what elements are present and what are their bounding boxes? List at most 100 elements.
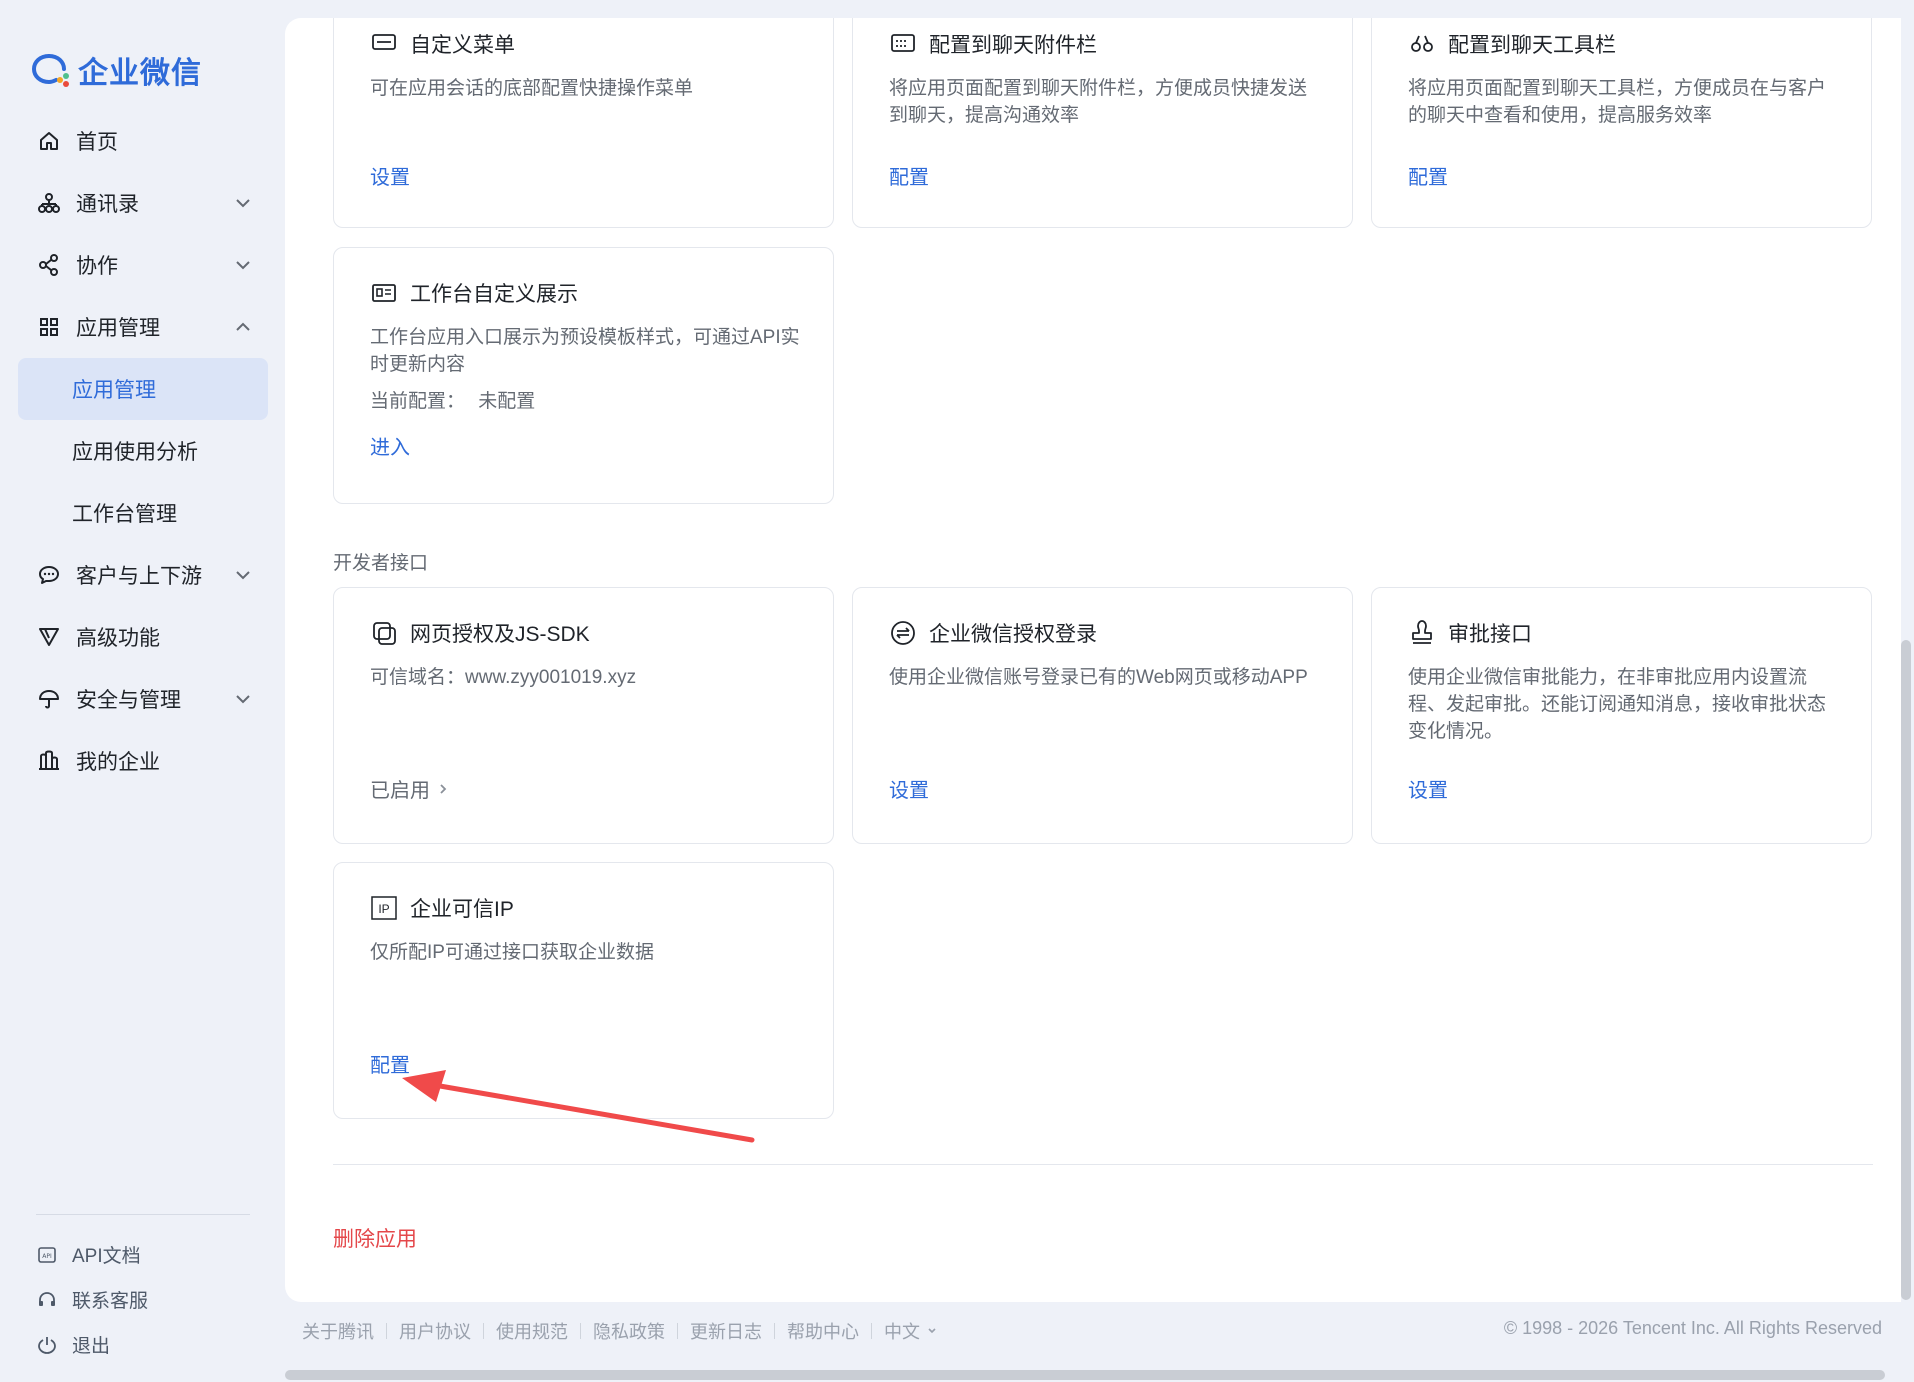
web-auth-jssdk-card: 网页授权及JS-SDK 可信域名：www.zyy001019.xyz 已启用 (333, 587, 834, 844)
chat-icon (36, 562, 62, 588)
vertical-scrollbar[interactable] (1901, 640, 1911, 1300)
attachment-bar-icon (889, 30, 917, 58)
brand-logo[interactable]: 企业微信 (32, 48, 202, 92)
api-docs-link[interactable]: API API文档 (36, 1232, 148, 1277)
sidebar-item-label: 高级功能 (76, 627, 160, 650)
custom-menu-card: 自定义菜单 可在应用会话的底部配置快捷操作菜单 设置 (333, 18, 834, 228)
building-icon (36, 748, 62, 774)
sidebar-item-label: 应用管理 (76, 317, 160, 340)
chevron-down-icon (236, 199, 250, 208)
horizontal-scrollbar[interactable] (285, 1370, 1885, 1380)
workbench-icon (370, 279, 398, 307)
chat-attachment-config-link[interactable]: 配置 (889, 161, 929, 190)
footer-link-user-agreement[interactable]: 用户协议 (399, 1318, 471, 1344)
workbench-enter-link[interactable]: 进入 (370, 431, 410, 460)
sidebar-nav: 首页 通讯录 协作 应用管理 应用管理 应用使用分析 工作台管理 客户与上下游 … (18, 110, 268, 792)
workbench-display-card: 工作台自定义展示 工作台应用入口展示为预设模板样式，可通过API实时更新内容 当… (333, 247, 834, 504)
web-auth-icon (370, 619, 398, 647)
share-icon (36, 252, 62, 278)
sidebar-item-collab[interactable]: 协作 (18, 234, 268, 296)
sidebar-item-security[interactable]: 安全与管理 (18, 668, 268, 730)
umbrella-icon (36, 686, 62, 712)
grid-icon (36, 314, 62, 340)
sidebar-item-home[interactable]: 首页 (18, 110, 268, 172)
footer-link-usage-rules[interactable]: 使用规范 (496, 1318, 568, 1344)
chat-toolbar-card: 配置到聊天工具栏 将应用页面配置到聊天工具栏，方便成员在与客户的聊天中查看和使用… (1371, 18, 1872, 228)
sidebar-item-app-management[interactable]: 应用管理 (18, 296, 268, 358)
card-title: 配置到聊天工具栏 (1408, 29, 1616, 59)
approval-api-card: 审批接口 使用企业微信审批能力，在非审批应用内设置流程、发起审批。还能订阅通知消… (1371, 587, 1872, 844)
sidebar-item-contacts[interactable]: 通讯录 (18, 172, 268, 234)
section-title-developer: 开发者接口 (333, 553, 429, 574)
footer-link-about[interactable]: 关于腾讯 (302, 1318, 374, 1344)
headset-icon (36, 1289, 58, 1311)
card-desc: 将应用页面配置到聊天工具栏，方便成员在与客户的聊天中查看和使用，提高服务效率 (1408, 78, 1827, 126)
chevron-up-icon (236, 322, 250, 331)
footer-link-changelog[interactable]: 更新日志 (690, 1318, 762, 1344)
sidebar-item-label: 首页 (76, 131, 118, 154)
sidebar-subitem-app-management[interactable]: 应用管理 (18, 358, 268, 420)
custom-menu-settings-link[interactable]: 设置 (370, 161, 410, 190)
current-config: 当前配置： 未配置 (370, 388, 803, 415)
footer-separator (871, 1323, 872, 1339)
svg-text:API: API (42, 1253, 52, 1260)
card-title-text: 企业可信IP (410, 898, 514, 921)
trusted-domain: 可信域名：www.zyy001019.xyz (370, 667, 637, 688)
sidebar-item-label: 安全与管理 (76, 689, 181, 712)
sidebar-item-label: 通讯录 (76, 193, 139, 216)
chevron-right-icon (440, 783, 447, 794)
footer-separator (580, 1323, 581, 1339)
logout-label: 退出 (72, 1336, 111, 1357)
card-desc: 使用企业微信审批能力，在非审批应用内设置流程、发起审批。还能订阅通知消息，接收审… (1408, 667, 1827, 742)
card-desc: 使用企业微信账号登录已有的Web网页或移动APP (889, 667, 1308, 688)
main-panel: 自定义菜单 可在应用会话的底部配置快捷操作菜单 设置 配置到聊天附件栏 将应用页… (285, 18, 1901, 1302)
logout-link[interactable]: 退出 (36, 1322, 148, 1367)
sidebar-subitem-app-usage[interactable]: 应用使用分析 (18, 420, 268, 482)
card-title: 配置到聊天附件栏 (889, 29, 1097, 59)
sidebar-subitem-workbench[interactable]: 工作台管理 (18, 482, 268, 544)
card-title: 企业微信授权登录 (889, 618, 1097, 648)
card-title: 自定义菜单 (370, 29, 515, 59)
brand-name: 企业微信 (78, 57, 202, 90)
footer-separator (677, 1323, 678, 1339)
chevron-down-icon (928, 1328, 936, 1334)
sidebar: 企业微信 首页 通讯录 协作 应用管理 应用管理 应用使用分析 工作台管理 客户… (0, 0, 285, 1382)
footer-separator (483, 1323, 484, 1339)
wecom-login-card: 企业微信授权登录 使用企业微信账号登录已有的Web网页或移动APP 设置 (852, 587, 1353, 844)
sidebar-item-label: 客户与上下游 (76, 565, 202, 588)
footer-separator (774, 1323, 775, 1339)
card-title-text: 网页授权及JS-SDK (410, 623, 590, 646)
card-title-text: 配置到聊天附件栏 (929, 34, 1097, 57)
sidebar-bottom-links: API API文档 联系客服 退出 (36, 1232, 148, 1367)
footer-link-privacy[interactable]: 隐私政策 (593, 1318, 665, 1344)
delete-app-button[interactable]: 删除应用 (333, 1223, 417, 1253)
home-icon (36, 128, 62, 154)
sidebar-item-customers[interactable]: 客户与上下游 (18, 544, 268, 606)
language-selector[interactable]: 中文 (884, 1318, 938, 1344)
footer-link-help[interactable]: 帮助中心 (787, 1318, 859, 1344)
status-label: 已启用 (370, 780, 430, 802)
toolbar-icon (1408, 30, 1436, 58)
sidebar-item-label: 我的企业 (76, 751, 160, 774)
customer-service-link[interactable]: 联系客服 (36, 1277, 148, 1322)
copyright: © 1998 - 2026 Tencent Inc. All Rights Re… (1503, 1318, 1882, 1338)
chat-toolbar-config-link[interactable]: 配置 (1408, 161, 1448, 190)
sidebar-item-advanced[interactable]: 高级功能 (18, 606, 268, 668)
web-auth-status-link[interactable]: 已启用 (370, 774, 450, 803)
card-title-text: 配置到聊天工具栏 (1448, 34, 1616, 57)
footer-separator (386, 1323, 387, 1339)
current-config-value: 未配置 (478, 391, 536, 412)
current-config-label: 当前配置： (370, 391, 466, 412)
wecom-login-settings-link[interactable]: 设置 (889, 774, 929, 803)
ip-icon: IP (370, 894, 398, 922)
trusted-ip-config-link[interactable]: 配置 (370, 1049, 410, 1078)
card-title-text: 工作台自定义展示 (410, 283, 578, 306)
api-icon: API (36, 1244, 58, 1266)
login-icon (889, 619, 917, 647)
card-title: IP 企业可信IP (370, 893, 514, 923)
sidebar-divider (36, 1214, 250, 1215)
api-docs-label: API文档 (72, 1246, 141, 1267)
sidebar-item-my-company[interactable]: 我的企业 (18, 730, 268, 792)
chat-attachment-card: 配置到聊天附件栏 将应用页面配置到聊天附件栏，方便成员快捷发送到聊天，提高沟通效… (852, 18, 1353, 228)
approval-settings-link[interactable]: 设置 (1408, 774, 1448, 803)
